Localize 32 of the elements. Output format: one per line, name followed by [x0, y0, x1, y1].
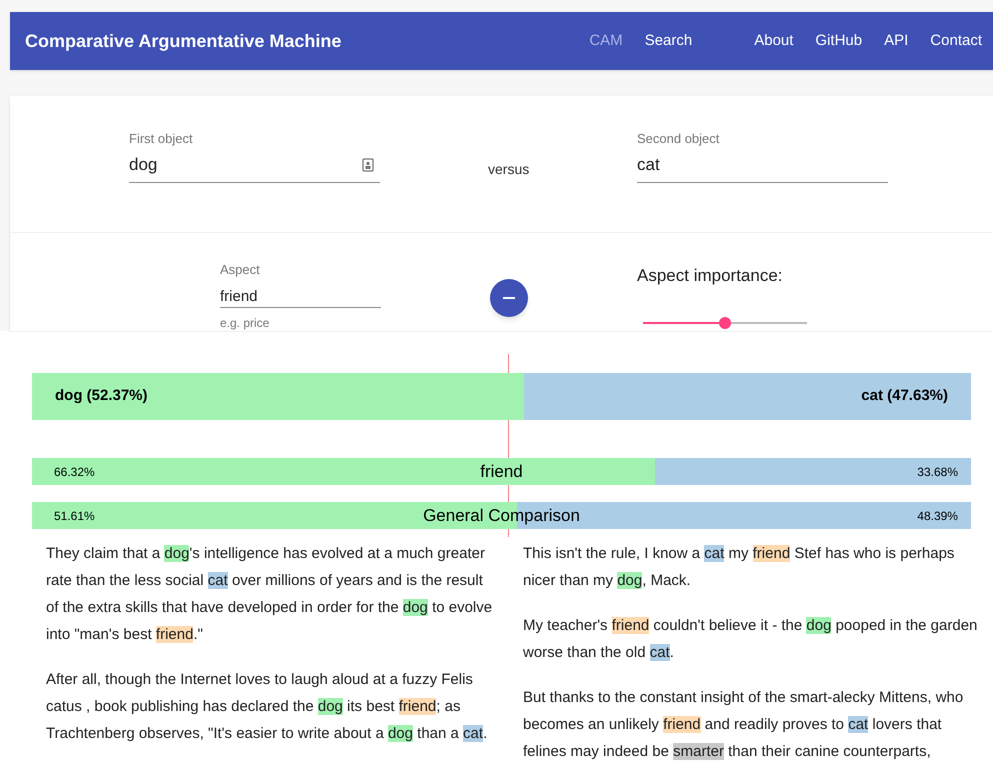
input-field[interactable]: dog: [129, 148, 380, 182]
nav-link[interactable]: About: [743, 30, 804, 52]
nav-link[interactable]: Contact: [919, 30, 993, 52]
input-field[interactable]: friend: [220, 286, 381, 308]
contact-card-icon: [362, 158, 374, 172]
first-object-percentage: 66.32%: [53, 464, 96, 480]
minus-icon: [503, 297, 515, 299]
remove-button[interactable]: [490, 279, 528, 317]
aspect-name: General Comparison: [423, 504, 580, 527]
versus-label: versus: [488, 160, 530, 179]
importance-label: Aspect importance:: [637, 265, 784, 287]
nav-link[interactable]: API: [873, 30, 920, 52]
app-title: Comparative Argumentative Machine: [25, 30, 342, 53]
field-label: First object: [129, 130, 194, 148]
sentence: This isn't the rule, I know a cat my friend Stef has who is perhaps nicer than my dog, Mack.: [523, 544, 956, 591]
aspect-name: friend: [480, 460, 523, 483]
first-object-percentage: 51.61%: [53, 508, 96, 524]
second-object-score: cat (47.63%): [861, 386, 949, 406]
field-label: Aspect: [220, 261, 261, 279]
second-object-percentage: 33.68%: [916, 464, 959, 480]
first-object-score: dog (52.37%): [54, 386, 148, 406]
input-field[interactable]: cat: [637, 148, 888, 182]
sentence: After all, though the Internet loves to laugh aloud at a fuzzy Felis catus , book publishing has declared the dog its best friend; as Trachtenberg observes, "It's easier to write about a dog than a cat.: [46, 670, 488, 744]
nav-link[interactable]: Search: [634, 30, 704, 52]
second-object-percentage: 48.39%: [916, 508, 959, 524]
sentence: But thanks to the constant insight of the smart-alecky Mittens, who becomes an unlikely friend and readily proves to cat lovers that felines may indeed be smarter than their canine counterparts,: [523, 688, 964, 762]
field-hint: e.g. price: [220, 314, 270, 332]
sentence: They claim that a dog's intelligence has evolved at a much greater rate than the less social cat over millions of years and is the result of the extra skills that have developed in order for the dog to evolve into "man's best friend.": [46, 544, 494, 645]
nav-link[interactable]: GitHub: [804, 30, 874, 52]
sentence: My teacher's friend couldn't believe it - the dog pooped in the garden worse than the old cat.: [523, 616, 978, 663]
field-label: Second object: [637, 130, 720, 148]
importance-slider[interactable]: [643, 316, 807, 328]
